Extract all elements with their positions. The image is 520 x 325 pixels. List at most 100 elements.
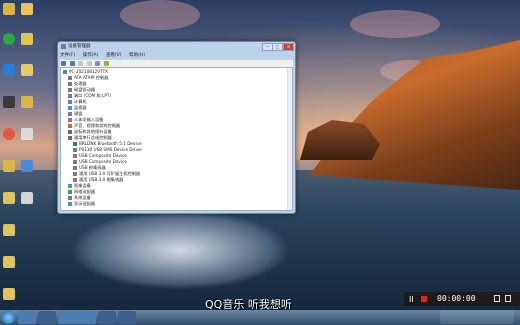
desktop-folder-icon[interactable] xyxy=(21,64,33,76)
device-category-icon xyxy=(73,178,77,182)
desktop-folder-icon[interactable] xyxy=(3,288,15,300)
tree-item[interactable]: 键盘 xyxy=(68,111,82,116)
desktop-folder-icon[interactable] xyxy=(3,3,15,15)
tree-item[interactable]: 端口 (COM 和 LPT) xyxy=(68,93,111,98)
tree-item[interactable]: 监视器 xyxy=(68,105,87,110)
back-icon[interactable] xyxy=(61,61,66,66)
desktop-app-icon[interactable] xyxy=(3,64,15,76)
desktop-folder-icon[interactable] xyxy=(3,224,15,236)
desktop-folder-icon[interactable] xyxy=(3,256,15,268)
desktop-app-icon[interactable] xyxy=(3,33,15,45)
tree-item-label: ATA ATAPI 控制器 xyxy=(74,75,109,80)
device-tree[interactable]: PC-20210812VTTX ATA ATAPI 控制器 处理器 磁盘驱动器 端口 (… xyxy=(60,67,293,211)
tree-item[interactable]: USB Composite Device xyxy=(73,159,127,164)
tree-item-label: 端口 (COM 和 LPT) xyxy=(74,93,112,98)
settings-icon[interactable] xyxy=(505,295,511,302)
menu-view[interactable]: 查看(V) xyxy=(106,53,122,58)
tree-item-label: 显示适配器 xyxy=(74,201,95,206)
menu-help[interactable]: 帮助(H) xyxy=(129,53,145,58)
taskbar-app-button[interactable] xyxy=(58,311,96,324)
help-icon[interactable] xyxy=(95,61,101,66)
device-category-icon xyxy=(68,184,72,188)
desktop-folder-icon[interactable] xyxy=(21,3,33,15)
device-category-icon xyxy=(73,154,77,158)
start-button[interactable] xyxy=(2,311,15,324)
tree-item-label: 处理器 xyxy=(74,81,87,86)
properties-icon[interactable] xyxy=(78,61,84,66)
tree-item-label: 鼠标和其他指针设备 xyxy=(74,129,112,134)
tree-item-label: 计算机 xyxy=(74,99,87,104)
device-category-icon xyxy=(73,142,77,146)
wallpaper-cloud xyxy=(350,10,440,38)
tree-item-label: 磁盘驱动器 xyxy=(74,87,95,92)
system-tray[interactable] xyxy=(440,311,514,324)
tree-item-label: USB Composite Device xyxy=(79,159,127,164)
scrollbar[interactable] xyxy=(287,68,292,210)
taskbar-app-button[interactable] xyxy=(118,311,136,324)
tree-item-label: PC-20210812VTTX xyxy=(69,69,109,74)
tree-item[interactable]: 通用 USB 3.0 可扩展主机控制器 xyxy=(73,171,140,176)
forward-icon[interactable] xyxy=(69,61,75,66)
desktop-folder-icon[interactable] xyxy=(3,192,15,204)
stop-button[interactable] xyxy=(421,296,427,302)
taskbar-app-button[interactable] xyxy=(18,311,36,324)
desktop-file-icon[interactable] xyxy=(21,192,33,204)
tree-item[interactable]: 声音、视频和游戏控制器 xyxy=(68,123,120,128)
device-category-icon xyxy=(68,190,72,194)
title-bar[interactable]: 设备管理器 — □ ✕ xyxy=(58,42,295,51)
menu-file[interactable]: 文件(F) xyxy=(60,53,75,58)
maximize-button[interactable]: □ xyxy=(272,43,283,51)
tree-item-label: 图像设备 xyxy=(74,183,91,188)
device-category-icon xyxy=(68,106,72,110)
tree-item[interactable]: 鼠标和其他指针设备 xyxy=(68,129,112,134)
tree-item[interactable]: 网络适配器 xyxy=(68,189,95,194)
tree-item[interactable]: 计算机 xyxy=(68,99,87,104)
screen-recorder-bar: II 00:00:00 xyxy=(404,292,520,306)
menu-action[interactable]: 操作(A) xyxy=(83,53,99,58)
scan-icon[interactable] xyxy=(86,61,92,66)
pause-button[interactable]: II xyxy=(409,295,414,304)
tree-item[interactable]: 图像设备 xyxy=(68,183,91,188)
desktop-app-icon[interactable] xyxy=(21,128,33,140)
tree-item-label: USB Composite Device xyxy=(79,153,127,158)
device-category-icon xyxy=(68,82,72,86)
update-driver-icon[interactable] xyxy=(103,61,109,66)
tree-item[interactable]: 通用 USB 3.0 根集线器 xyxy=(73,177,123,182)
tree-item[interactable]: BRLDNK Bluetooth 5.1 Device xyxy=(73,141,142,146)
tree-item-label: USB 根集线器 xyxy=(79,165,106,170)
desktop-folder-icon[interactable] xyxy=(21,33,33,45)
device-category-icon xyxy=(68,118,72,122)
device-category-icon xyxy=(68,124,72,128)
tree-item[interactable]: 系统设备 xyxy=(68,195,91,200)
tree-item-label: 通用 USB 3.0 根集线器 xyxy=(79,177,124,182)
tree-item[interactable]: 通用串行总线控制器 xyxy=(68,135,112,140)
tree-item-label: 监视器 xyxy=(74,105,87,110)
tree-item[interactable]: USB 根集线器 xyxy=(73,165,106,170)
wallpaper-cloud xyxy=(120,0,200,30)
tree-item-label: 键盘 xyxy=(74,111,83,116)
tree-item[interactable]: USB Composite Device xyxy=(73,153,127,158)
device-category-icon xyxy=(68,94,72,98)
tree-item[interactable]: 显示适配器 xyxy=(68,201,95,206)
device-manager-window[interactable]: 设备管理器 — □ ✕ 文件(F) 操作(A) 查看(V) 帮助(H) PC-2… xyxy=(57,41,296,214)
tree-item[interactable]: ATA ATAPI 控制器 xyxy=(68,75,108,80)
desktop-app-icon[interactable] xyxy=(3,128,15,140)
desktop-folder-icon[interactable] xyxy=(21,96,33,108)
tree-item-label: 通用 USB 3.0 可扩展主机控制器 xyxy=(79,171,141,176)
tree-item[interactable]: 人体学输入设备 xyxy=(68,117,103,122)
desktop-app-icon[interactable] xyxy=(21,160,33,172)
tree-item-label: 网络适配器 xyxy=(74,189,95,194)
tree-item[interactable]: 磁盘驱动器 xyxy=(68,87,95,92)
close-button[interactable]: ✕ xyxy=(283,43,294,51)
taskbar-app-button[interactable] xyxy=(38,311,56,324)
tree-item[interactable]: 处理器 xyxy=(68,81,87,86)
desktop-folder-icon[interactable] xyxy=(3,160,15,172)
device-category-icon xyxy=(68,202,72,206)
desktop-app-icon[interactable] xyxy=(3,96,15,108)
tree-item[interactable]: PS130 USB SMS Device Driver xyxy=(73,147,142,152)
camera-icon[interactable] xyxy=(494,295,500,302)
taskbar xyxy=(0,310,520,325)
taskbar-app-button[interactable] xyxy=(98,311,116,324)
tree-item-label: 通用串行总线控制器 xyxy=(74,135,112,140)
tree-root-computer[interactable]: PC-20210812VTTX xyxy=(63,69,108,74)
